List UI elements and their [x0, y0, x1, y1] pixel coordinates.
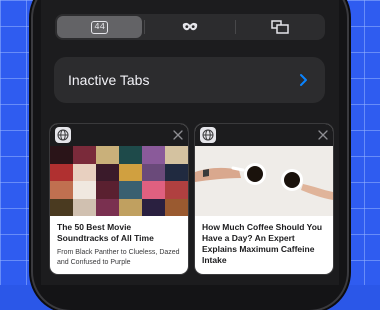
inactive-tabs-row[interactable]: Inactive Tabs [54, 57, 325, 103]
tab-card-coffee[interactable]: How Much Coffee Should You Have a Day? A… [195, 124, 333, 274]
close-tab-icon[interactable] [317, 129, 329, 141]
tab-card-header [195, 124, 333, 146]
chevron-right-icon [300, 74, 307, 86]
tab-card-title: The 50 Best Movie Soundtracks of All Tim… [57, 222, 154, 243]
tab-card-title: How Much Coffee Should You Have a Day? A… [202, 222, 323, 265]
tab-overview-screen: 44 Inactive Tabs The 50 Best Movie Sound… [41, 0, 339, 285]
close-tab-icon[interactable] [172, 129, 184, 141]
globe-icon [200, 127, 216, 143]
tab-card-subtitle: From Black Panther to Clueless, Dazed an… [57, 249, 180, 266]
globe-icon [55, 127, 71, 143]
tab-thumbnail-movie-collage [50, 146, 188, 216]
tab-card-movie-soundtracks[interactable]: The 50 Best Movie Soundtracks of All Tim… [50, 124, 188, 274]
tab-card-header [50, 124, 188, 146]
segment-divider [144, 20, 146, 34]
inactive-tabs-label: Inactive Tabs [68, 72, 150, 88]
segment-private[interactable] [147, 16, 232, 38]
tab-groups-icon [271, 20, 290, 34]
segment-divider [234, 20, 236, 34]
coffee-cups-illustration [195, 146, 333, 216]
tab-mode-switcher: 44 [55, 14, 325, 40]
mask-icon [182, 22, 198, 31]
segment-tab-groups[interactable] [238, 16, 323, 38]
tab-count-badge: 44 [91, 20, 109, 34]
segment-tabs[interactable]: 44 [57, 16, 143, 38]
tab-thumbnail-coffee-cups [195, 146, 333, 216]
